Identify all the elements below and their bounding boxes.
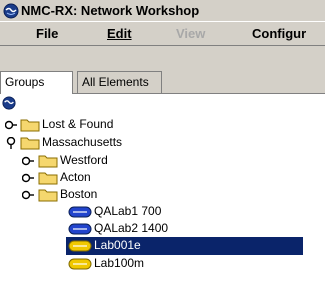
tree-node-westford[interactable]: Westford	[0, 152, 325, 169]
expanded-expander-icon[interactable]	[5, 137, 17, 149]
tree-node-label: Lab001e	[94, 238, 141, 252]
tree-node-label: Westford	[60, 153, 108, 167]
menu-bar: File Edit View Configur	[0, 22, 325, 46]
folder-icon	[20, 137, 40, 150]
tree-node-label: Massachusetts	[42, 135, 123, 149]
network-device-blue-icon	[68, 223, 92, 235]
network-device-yellow-icon	[68, 258, 92, 270]
tree-node-label: Boston	[60, 187, 98, 201]
tree-node-qalab2-1400[interactable]: QALab2 1400	[0, 220, 325, 237]
window-title-bar[interactable]: NMC-RX: Network Workshop	[0, 0, 325, 22]
tree-node-lost-found[interactable]: Lost & Found	[0, 116, 325, 133]
collapsed-expander-icon[interactable]	[22, 189, 34, 201]
folder-icon	[38, 189, 58, 202]
tree-node-label: Lab100m	[94, 256, 145, 270]
collapsed-expander-icon[interactable]	[22, 172, 34, 184]
tree-node-massachusetts[interactable]: Massachusetts	[0, 134, 325, 151]
tree-panel: Lost & Found Massachusetts Westford Acto…	[0, 93, 325, 290]
tree-node-qalab1-700[interactable]: QALab1 700	[0, 203, 325, 220]
window-title: NMC-RX: Network Workshop	[21, 3, 200, 18]
folder-icon	[38, 172, 58, 185]
folder-icon	[20, 119, 40, 132]
tab-all-elements[interactable]: All Elements	[77, 71, 162, 93]
tree-node-label: QALab1 700	[94, 204, 162, 218]
collapsed-expander-icon[interactable]	[5, 119, 17, 131]
tree-node-label: Lost & Found	[42, 117, 114, 131]
collapsed-expander-icon[interactable]	[22, 155, 34, 167]
tree-node-lab100m[interactable]: Lab100m	[0, 255, 325, 272]
menu-file[interactable]: File	[36, 26, 58, 41]
tree-node-lab001e[interactable]: Lab001e	[66, 237, 303, 255]
menu-view[interactable]: View	[176, 26, 205, 41]
folder-icon	[38, 155, 58, 168]
network-device-yellow-icon	[68, 240, 92, 252]
tree-node-boston[interactable]: Boston	[0, 186, 325, 203]
menu-edit[interactable]: Edit	[107, 26, 132, 41]
menu-configure[interactable]: Configur	[252, 26, 306, 41]
tree-node-acton[interactable]: Acton	[0, 169, 325, 186]
tree-node-label: QALab2 1400	[94, 221, 169, 235]
network-globe-icon[interactable]	[2, 96, 16, 110]
network-device-blue-icon	[68, 206, 92, 218]
app-globe-icon	[3, 3, 19, 19]
tree-node-label: Acton	[60, 170, 91, 184]
tab-groups[interactable]: Groups	[0, 71, 73, 94]
